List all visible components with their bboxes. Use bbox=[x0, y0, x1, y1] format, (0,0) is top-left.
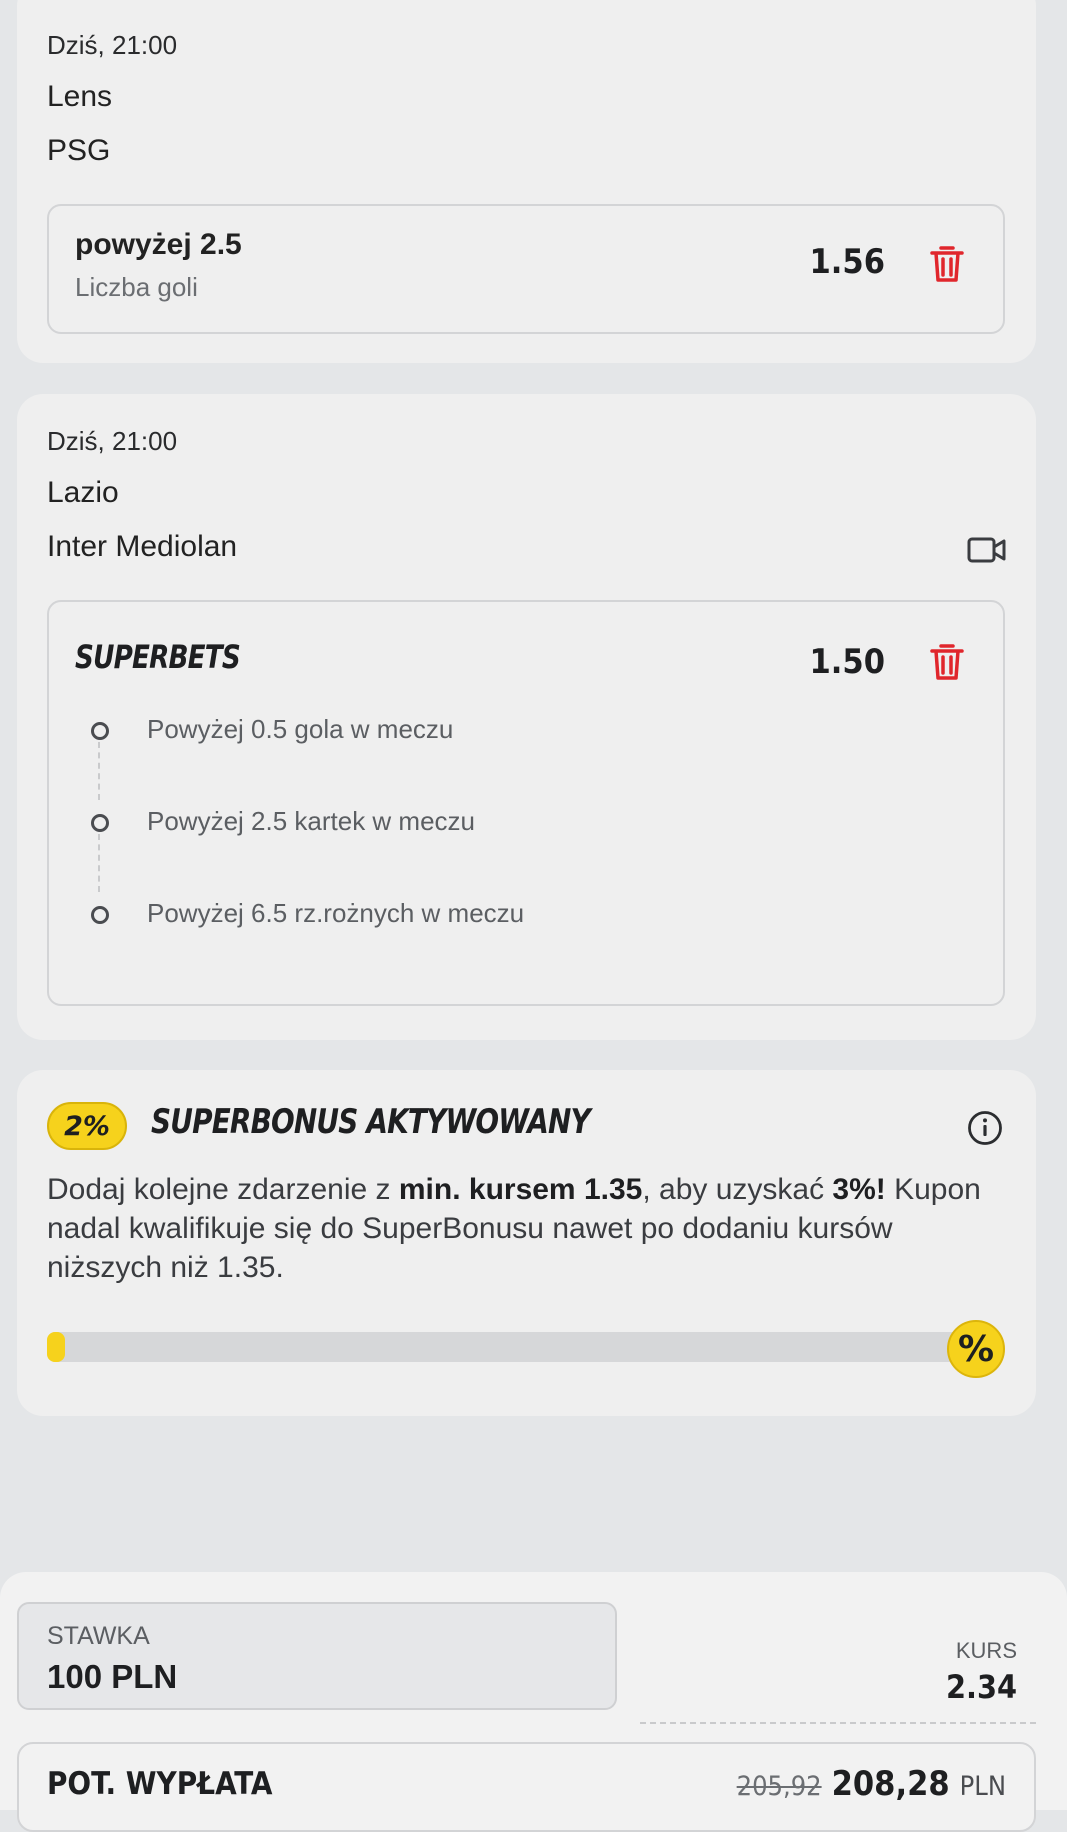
trash-icon bbox=[930, 644, 964, 680]
leg-connector bbox=[98, 834, 100, 892]
total-odds-value: 2.34 bbox=[945, 1668, 1017, 1706]
selection-odds: 1.56 bbox=[809, 242, 885, 282]
selection-name: powyżej 2.5 bbox=[75, 228, 242, 261]
superbonus-goal-badge: % bbox=[947, 1320, 1005, 1378]
selection-box: powyżej 2.5 Liczba goli 1.56 bbox=[47, 204, 1005, 334]
superbonus-description: Dodaj kolejne zdarzenie z min. kursem 1.… bbox=[47, 1173, 981, 1284]
stake-label: STAWKA bbox=[47, 1622, 150, 1650]
stake-value: 100 PLN bbox=[47, 1658, 178, 1695]
bonus-percent-badge: 2% bbox=[47, 1102, 127, 1150]
selection-odds: 1.50 bbox=[809, 642, 885, 682]
leg-dot bbox=[91, 722, 109, 740]
leg-item: Powyżej 2.5 kartek w meczu bbox=[147, 806, 476, 836]
payout-amount: 205,92 208,28 PLN bbox=[737, 1764, 1006, 1804]
market-name: Liczba goli bbox=[75, 272, 198, 302]
leg-dot bbox=[91, 906, 109, 924]
away-team: Inter Mediolan bbox=[47, 530, 238, 563]
match-datetime: Dziś, 21:00 bbox=[47, 30, 178, 60]
superbets-label: SUPERBETS bbox=[75, 638, 241, 676]
trash-icon bbox=[930, 246, 964, 282]
leg-item: Powyżej 6.5 rz.rożnych w meczu bbox=[147, 898, 525, 928]
payout-old-value: 205,92 bbox=[736, 1771, 822, 1802]
payout-currency: PLN bbox=[959, 1771, 1006, 1802]
percent-icon: % bbox=[957, 1328, 995, 1370]
bet-card-2: Dziś, 21:00 Lazio Inter Mediolan SUPERBE… bbox=[17, 394, 1036, 1040]
superbonus-progress-fill bbox=[47, 1332, 66, 1362]
superbonus-card: 2% SUPERBONUS AKTYWOWANY Dodaj kolejne z… bbox=[17, 1070, 1036, 1416]
away-team: PSG bbox=[47, 134, 111, 167]
total-odds-label: KURS bbox=[955, 1638, 1017, 1663]
superbonus-progress-track bbox=[47, 1332, 965, 1362]
match-datetime: Dziś, 21:00 bbox=[47, 426, 178, 456]
betslip-summary: STAWKA 100 PLN KURS 2.34 POT. WYPŁATA 20… bbox=[0, 1572, 1067, 1832]
delete-bet-button[interactable] bbox=[929, 642, 965, 687]
bet-card-1: Dziś, 21:00 Lens PSG powyżej 2.5 Liczba … bbox=[17, 0, 1036, 363]
leg-dot bbox=[91, 814, 109, 832]
payout-box: POT. WYPŁATA 205,92 208,28 PLN bbox=[17, 1742, 1036, 1832]
payout-value: 208,28 bbox=[831, 1764, 950, 1804]
delete-bet-button[interactable] bbox=[929, 244, 965, 289]
leg-connector bbox=[98, 742, 100, 800]
superbonus-info-button[interactable] bbox=[967, 1110, 1003, 1151]
home-team: Lazio bbox=[47, 476, 119, 509]
stake-input[interactable]: STAWKA 100 PLN bbox=[17, 1602, 617, 1710]
info-icon bbox=[968, 1111, 1002, 1145]
superbonus-title: SUPERBONUS AKTYWOWANY bbox=[151, 1102, 591, 1142]
summary-divider bbox=[640, 1722, 1036, 1724]
payout-label: POT. WYPŁATA bbox=[47, 1766, 273, 1802]
leg-item: Powyżej 0.5 gola w meczu bbox=[147, 714, 454, 744]
live-stream-button[interactable] bbox=[967, 536, 1007, 569]
home-team: Lens bbox=[47, 80, 113, 113]
video-camera-icon bbox=[967, 537, 1006, 563]
superbets-box: SUPERBETS 1.50 Powyżej 0.5 gola w meczu … bbox=[47, 600, 1005, 1006]
